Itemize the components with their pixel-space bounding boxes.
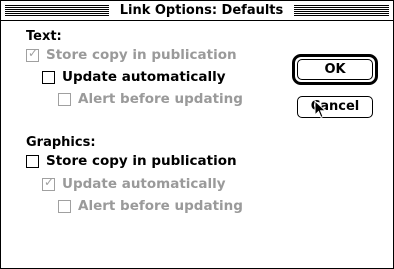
title-bar-stripes-right	[294, 5, 389, 16]
checkbox-box	[42, 70, 55, 84]
graphics-update-automatically-checkbox[interactable]: ✓ Update automatically	[42, 174, 226, 192]
checkbox-box: ✓	[42, 174, 55, 191]
checkbox-label: Store copy in publication	[46, 153, 237, 169]
checkbox-label: Update automatically	[62, 69, 226, 85]
link-options-dialog: Link Options: Defaults Text: ✓ Store cop…	[0, 0, 394, 269]
text-alert-before-updating-checkbox[interactable]: Alert before updating	[58, 91, 243, 107]
ok-button[interactable]: OK	[297, 59, 373, 80]
text-update-automatically-checkbox[interactable]: Update automatically	[42, 69, 226, 85]
text-store-copy-checkbox[interactable]: ✓ Store copy in publication	[26, 45, 237, 63]
title-bar[interactable]: Link Options: Defaults	[1, 1, 393, 21]
checkbox-label: Alert before updating	[78, 91, 243, 107]
dialog-title: Link Options: Defaults	[109, 1, 294, 20]
checkbox-label: Update automatically	[62, 176, 226, 192]
arrow-cursor-icon	[314, 100, 327, 119]
title-bar-stripes-left	[5, 5, 109, 16]
checkmark-icon: ✓	[43, 174, 55, 189]
checkbox-label: Alert before updating	[78, 198, 243, 214]
graphics-store-copy-checkbox[interactable]: Store copy in publication	[26, 153, 237, 169]
checkbox-box	[26, 154, 39, 168]
checkmark-icon: ✓	[27, 45, 39, 60]
checkbox-label: Store copy in publication	[46, 47, 237, 63]
graphics-section-label: Graphics:	[26, 135, 96, 150]
checkbox-box: ✓	[26, 45, 39, 62]
checkbox-box	[58, 92, 71, 106]
graphics-alert-before-updating-checkbox[interactable]: Alert before updating	[58, 198, 243, 214]
cancel-button[interactable]: Cancel	[297, 96, 373, 118]
checkbox-box	[58, 199, 71, 213]
text-section-label: Text:	[26, 29, 62, 44]
